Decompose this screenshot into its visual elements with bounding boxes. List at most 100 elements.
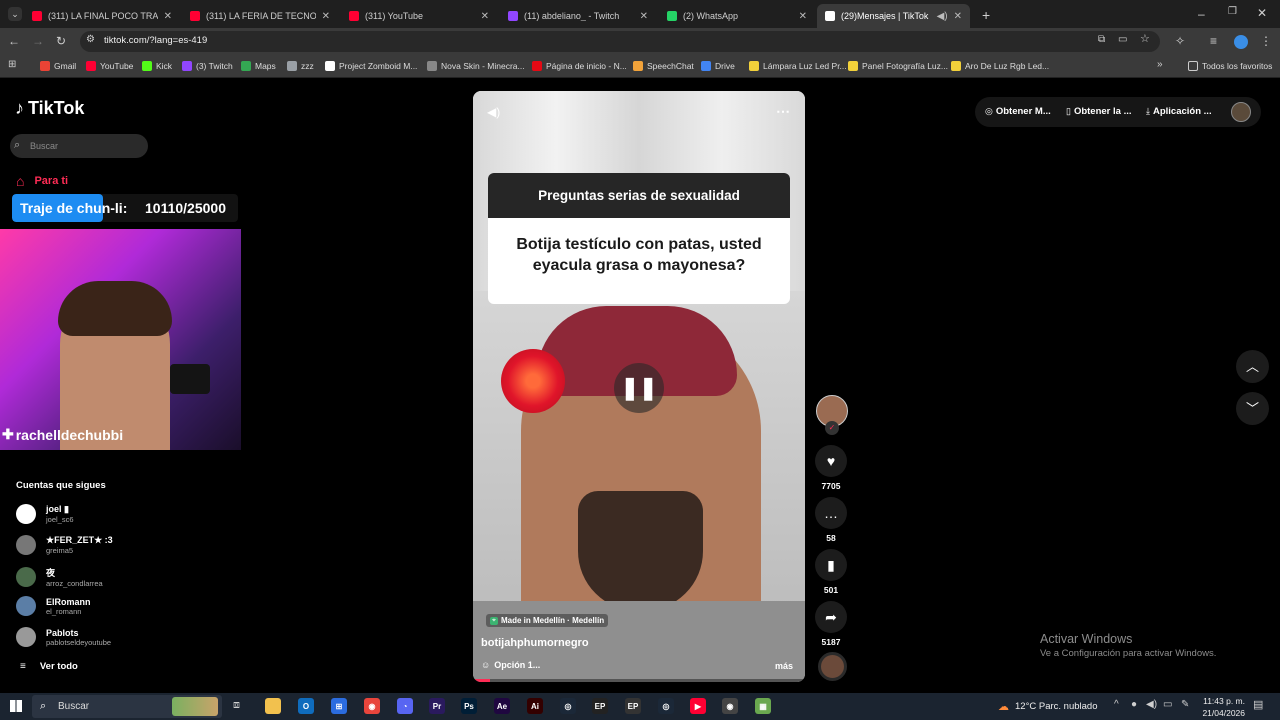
tab-3[interactable]: (311) YouTube ✕ xyxy=(341,4,497,28)
notifications-icon[interactable]: ▤ xyxy=(1253,700,1263,711)
tab-4[interactable]: (11) abdeliano_ - Twitch ✕ xyxy=(500,4,656,28)
illustrator-icon[interactable]: Ai xyxy=(527,698,543,714)
minecraft-icon[interactable]: ▦ xyxy=(755,698,771,714)
bookmark-item[interactable]: Gmail xyxy=(40,58,76,74)
bookmark-item[interactable]: Drive xyxy=(701,58,735,74)
profile-avatar[interactable] xyxy=(1234,35,1248,49)
back-icon[interactable]: ← xyxy=(8,35,20,47)
tab-audio-icon[interactable]: ◀) xyxy=(937,11,948,22)
new-tab-icon[interactable]: + xyxy=(982,8,990,22)
tab-close-icon[interactable]: ✕ xyxy=(640,11,648,22)
pause-button[interactable]: ❚❚ xyxy=(614,363,664,413)
tab-6[interactable]: (29)Mensajes | TikTok ◀) ✕ xyxy=(817,4,970,28)
epic-launcher-icon[interactable]: EP xyxy=(625,698,641,714)
tiktok-logo[interactable]: ♪ TikTok xyxy=(15,98,84,119)
site-info-icon[interactable]: ⚙ xyxy=(86,35,95,45)
music-disc[interactable] xyxy=(818,652,847,681)
discord-icon[interactable]: ◔ xyxy=(397,698,413,714)
extensions-icon[interactable]: ✧ xyxy=(1175,35,1185,47)
more-link[interactable]: más xyxy=(775,661,793,671)
more-options-icon[interactable]: ⋯ xyxy=(776,103,790,120)
video-player[interactable]: ◀) ⋯ Preguntas serias de sexualidad Boti… xyxy=(473,91,805,682)
tab-close-icon[interactable]: ✕ xyxy=(322,11,330,22)
task-view-icon[interactable]: ⧈ xyxy=(233,700,240,711)
video-username[interactable]: botijahphumornegro xyxy=(481,637,589,649)
premiere-icon[interactable]: Pr xyxy=(429,698,445,714)
share-button[interactable]: ➦ xyxy=(815,601,847,633)
chrome-app-icon[interactable]: ◉ xyxy=(722,698,738,714)
get-app-button[interactable]: ▯ Obtener la ... xyxy=(1066,106,1132,117)
following-item[interactable]: Pablots pablotseldeyoutube xyxy=(16,627,111,647)
desktop-app-button[interactable]: ⤓ Aplicación ... xyxy=(1146,106,1212,117)
close-window-icon[interactable]: ✕ xyxy=(1257,7,1267,19)
restore-icon[interactable]: ❐ xyxy=(1228,7,1237,17)
tab-1[interactable]: (311) LA FINAL POCO TRANSPAR ✕ xyxy=(24,4,180,28)
bookmark-item[interactable]: YouTube xyxy=(86,58,133,74)
cast-icon[interactable]: ▭ xyxy=(1118,35,1127,45)
bookmarks-overflow-icon[interactable]: » xyxy=(1157,60,1163,70)
bookmark-item[interactable]: Panel Fotografía Luz... xyxy=(848,58,948,74)
tab-close-icon[interactable]: ✕ xyxy=(954,11,962,22)
after-effects-icon[interactable]: Ae xyxy=(494,698,510,714)
taskbar-search[interactable]: ⌕ Buscar xyxy=(32,695,222,718)
pen-icon[interactable]: ✎ xyxy=(1181,700,1189,710)
tab-close-icon[interactable]: ✕ xyxy=(164,11,172,22)
forward-icon[interactable]: → xyxy=(32,35,44,47)
chrome-icon[interactable]: ◉ xyxy=(364,698,380,714)
following-item[interactable]: joel ▮ joel_sc6 xyxy=(16,504,74,524)
outlook-icon[interactable]: O xyxy=(298,698,314,714)
following-item[interactable]: ★FER_ZET★ :3 greima5 xyxy=(16,535,113,555)
bookmark-item[interactable]: (3) Twitch xyxy=(182,58,233,74)
bookmark-item[interactable]: Aro De Luz Rgb Led... xyxy=(951,58,1049,74)
translate-icon[interactable]: ⧉ xyxy=(1098,35,1105,45)
steam-alt-icon[interactable]: ◎ xyxy=(658,698,674,714)
media-icon[interactable]: ≡ xyxy=(1210,35,1217,47)
bookmark-item[interactable]: Nova Skin - Minecra... xyxy=(427,58,525,74)
bookmark-item[interactable]: SpeechChat xyxy=(633,58,694,74)
steam-icon[interactable]: ◎ xyxy=(560,698,576,714)
see-all[interactable]: ≡ Ver todo xyxy=(20,661,78,672)
bookmark-star-icon[interactable]: ☆ xyxy=(1140,34,1150,45)
following-item[interactable]: ElRomann el_romann xyxy=(16,596,91,616)
menu-icon[interactable]: ⋮ xyxy=(1260,35,1272,47)
address-bar[interactable]: ⚙ tiktok.com/?lang=es-419 ⧉ ▭ ☆ xyxy=(80,31,1160,52)
network-icon[interactable]: ▭ xyxy=(1163,700,1172,710)
follow-badge-icon[interactable]: ✓ xyxy=(825,421,839,435)
epic-games-icon[interactable]: EP xyxy=(592,698,608,714)
file-explorer-icon[interactable] xyxy=(265,698,281,714)
get-coins-button[interactable]: ◎ Obtener M... xyxy=(985,106,1051,117)
clock[interactable]: 11:43 p. m. 21/04/2026 xyxy=(1197,696,1245,718)
tray-chevron-icon[interactable]: ^ xyxy=(1114,700,1119,710)
bookmark-item[interactable]: Página de inicio - N... xyxy=(532,58,627,74)
previous-video-button[interactable]: ︿ xyxy=(1236,350,1269,383)
bookmark-item[interactable]: Maps xyxy=(241,58,276,74)
tab-5[interactable]: (2) WhatsApp ✕ xyxy=(659,4,815,28)
youtube-app-icon[interactable]: ▶ xyxy=(690,698,706,714)
bookmark-item[interactable]: Project Zomboid M... xyxy=(325,58,417,74)
photoshop-icon[interactable]: Ps xyxy=(461,698,477,714)
bookmark-item[interactable]: zzz xyxy=(287,58,314,74)
store-icon[interactable]: ⊞ xyxy=(331,698,347,714)
comment-button[interactable]: … xyxy=(815,497,847,529)
tab-close-icon[interactable]: ✕ xyxy=(799,11,807,22)
bookmark-item[interactable]: Lámpara Luz Led Pr... xyxy=(749,58,847,74)
video-progress[interactable] xyxy=(473,679,805,682)
reload-icon[interactable]: ↻ xyxy=(56,35,66,47)
weather-widget[interactable]: ☁ 12°C Parc. nublado xyxy=(998,700,1098,713)
volume-icon[interactable]: ◀) xyxy=(487,105,500,119)
following-item[interactable]: 夜 arroz_condlarrea xyxy=(16,566,103,588)
tab-close-icon[interactable]: ✕ xyxy=(481,11,489,22)
bookmark-item[interactable]: Kick xyxy=(142,58,172,74)
tab-search-icon[interactable]: ⌄ xyxy=(8,7,22,21)
minimize-icon[interactable]: – xyxy=(1198,8,1205,20)
user-avatar[interactable] xyxy=(1231,102,1251,122)
volume-icon[interactable]: ◀) xyxy=(1146,700,1157,710)
windows-start-icon[interactable] xyxy=(10,700,22,712)
apps-icon[interactable]: ⊞ xyxy=(8,60,16,70)
save-button[interactable]: ▮ xyxy=(815,549,847,581)
all-bookmarks[interactable]: Todos los favoritos xyxy=(1188,58,1272,74)
next-video-button[interactable]: ﹀ xyxy=(1236,392,1269,425)
search-input[interactable]: ⌕ Buscar xyxy=(10,134,148,158)
microphone-icon[interactable]: ● xyxy=(1131,700,1137,710)
like-button[interactable]: ♥ xyxy=(815,445,847,477)
